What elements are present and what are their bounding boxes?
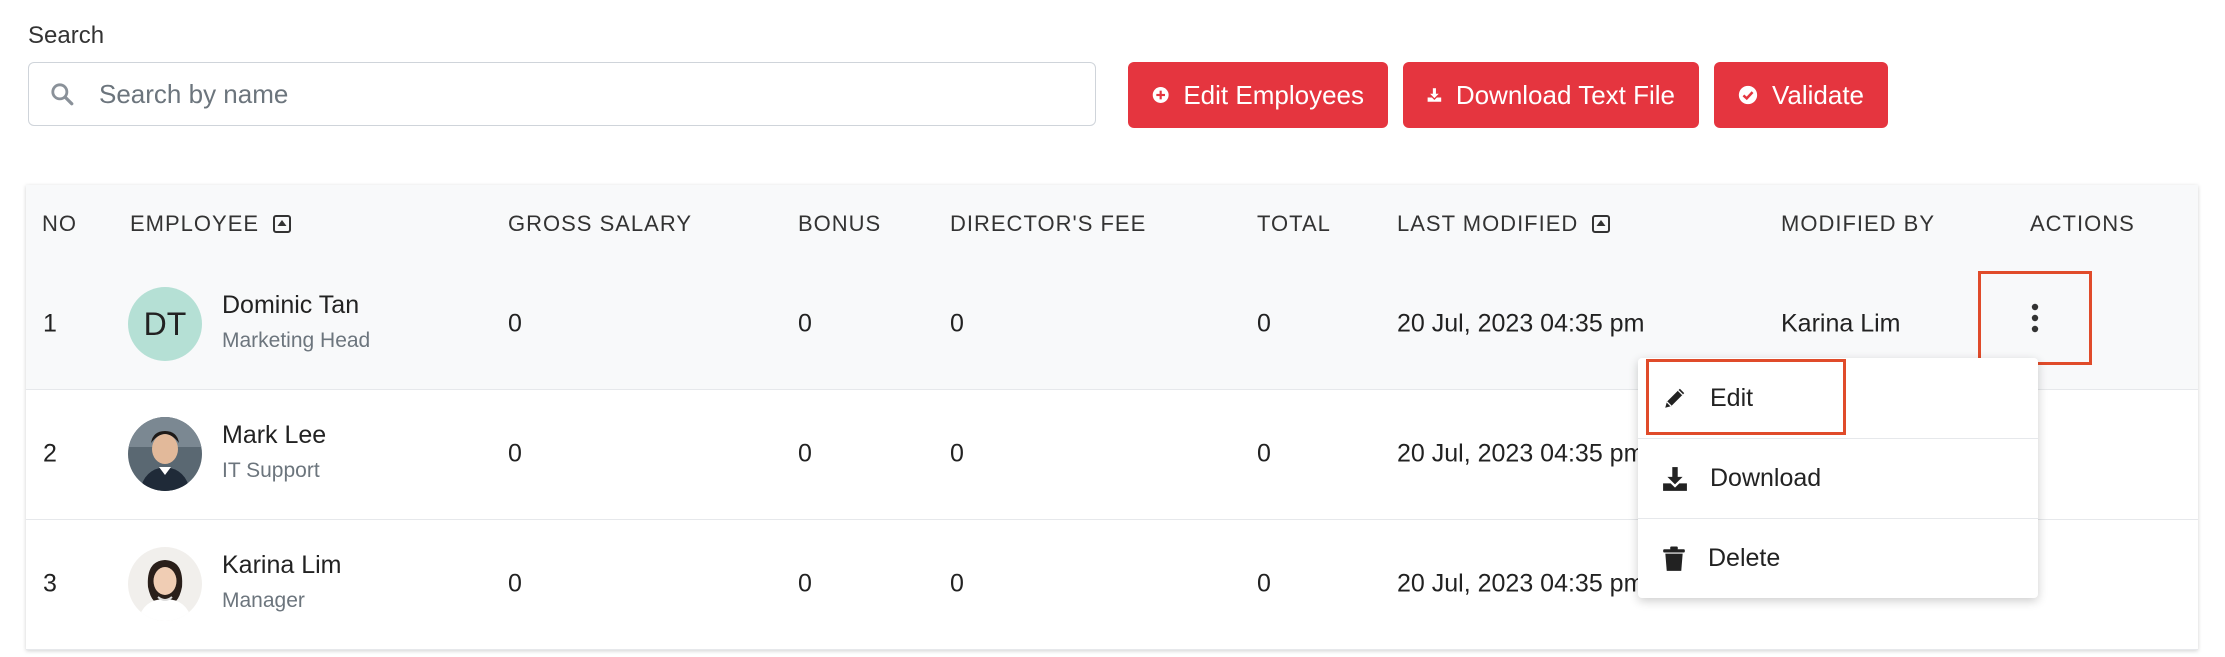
column-header-gross-salary: GROSS SALARY xyxy=(508,211,692,236)
row-number: 3 xyxy=(43,569,57,598)
bonus: 0 xyxy=(798,309,812,338)
kebab-menu-icon xyxy=(2031,303,2039,333)
total: 0 xyxy=(1257,569,1271,598)
avatar-photo xyxy=(128,547,202,621)
validate-button[interactable]: Validate xyxy=(1714,62,1888,128)
menu-item-label: Download xyxy=(1710,464,1822,492)
last-modified: 20 Jul, 2023 04:35 pm xyxy=(1397,439,1645,468)
download-icon xyxy=(1663,466,1687,491)
menu-item-label: Edit xyxy=(1710,383,1754,412)
search-box[interactable] xyxy=(28,62,1096,126)
trash-icon xyxy=(1663,546,1685,571)
column-header-modified-by: MODIFIED BY xyxy=(1781,211,1936,236)
menu-item-label: Delete xyxy=(1708,544,1781,572)
plus-circle-icon xyxy=(1152,87,1169,103)
total: 0 xyxy=(1257,309,1271,338)
sort-icon[interactable] xyxy=(273,215,292,233)
employee-name: Mark Lee xyxy=(222,421,327,449)
employee-name: Dominic Tan xyxy=(222,291,360,319)
check-circle-icon xyxy=(1738,85,1758,105)
download-text-file-label: Download Text File xyxy=(1455,79,1675,110)
directors-fee: 0 xyxy=(950,569,964,598)
edit-employees-label: Edit Employees xyxy=(1183,79,1364,110)
gross-salary: 0 xyxy=(508,309,522,338)
validate-label: Validate xyxy=(1771,79,1864,110)
row-number: 2 xyxy=(43,439,57,468)
employee-role: Manager xyxy=(222,589,305,612)
gross-salary: 0 xyxy=(508,569,522,598)
bonus: 0 xyxy=(798,569,812,598)
last-modified: 20 Jul, 2023 04:35 pm xyxy=(1397,569,1645,598)
sort-icon[interactable] xyxy=(1592,215,1611,233)
last-modified: 20 Jul, 2023 04:35 pm xyxy=(1397,309,1645,338)
pencil-icon xyxy=(1665,388,1685,408)
total: 0 xyxy=(1257,439,1271,468)
directors-fee: 0 xyxy=(950,439,964,468)
avatar xyxy=(128,417,202,491)
menu-item-download[interactable]: Download xyxy=(1638,438,2038,518)
actions-menu-button[interactable] xyxy=(1978,271,2092,365)
avatar xyxy=(128,547,202,621)
search-icon xyxy=(51,83,74,106)
column-header-no: NO xyxy=(42,211,77,236)
column-header-last-modified[interactable]: LAST MODIFIED xyxy=(1397,211,1611,237)
menu-item-edit[interactable]: Edit xyxy=(1638,358,2038,438)
avatar-photo xyxy=(128,417,202,491)
column-header-employee[interactable]: EMPLOYEE xyxy=(130,211,292,237)
employee-role: Marketing Head xyxy=(222,329,371,352)
avatar: DT xyxy=(128,287,202,361)
employee-role: IT Support xyxy=(222,459,320,482)
column-header-bonus: BONUS xyxy=(798,211,882,236)
actions-dropdown-menu: Edit Download Delete xyxy=(1638,358,2038,598)
column-header-total: TOTAL xyxy=(1257,211,1331,236)
modified-by: Karina Lim xyxy=(1781,309,1901,338)
gross-salary: 0 xyxy=(508,439,522,468)
row-number: 1 xyxy=(43,309,57,338)
download-text-file-button[interactable]: Download Text File xyxy=(1403,62,1699,128)
employee-name: Karina Lim xyxy=(222,551,342,579)
search-label: Search xyxy=(28,22,105,49)
download-icon xyxy=(1427,88,1442,102)
table-header: NO EMPLOYEE GROSS SALARY BONUS DIRECTOR'… xyxy=(26,185,2198,260)
menu-item-delete[interactable]: Delete xyxy=(1638,518,2038,598)
search-input[interactable] xyxy=(97,77,1001,111)
bonus: 0 xyxy=(798,439,812,468)
column-header-actions: ACTIONS xyxy=(2030,211,2135,236)
directors-fee: 0 xyxy=(950,309,964,338)
column-header-directors-fee: DIRECTOR'S FEE xyxy=(950,211,1147,236)
edit-employees-button[interactable]: Edit Employees xyxy=(1128,62,1388,128)
